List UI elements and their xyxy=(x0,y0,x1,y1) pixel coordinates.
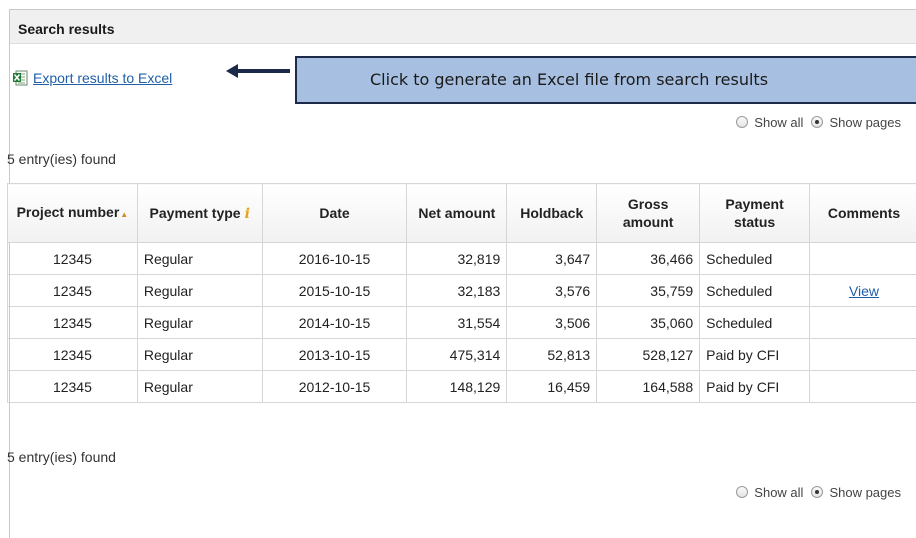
project-number-cell: 12345 xyxy=(7,242,138,275)
callout-annotation: Click to generate an Excel file from sea… xyxy=(295,56,916,104)
holdback-cell: 52,813 xyxy=(506,338,598,371)
show-pages-label[interactable]: Show pages xyxy=(829,485,901,500)
project-number-cell: 12345 xyxy=(7,370,138,403)
holdback-cell: 3,576 xyxy=(506,274,598,307)
show-pages-radio[interactable] xyxy=(811,116,824,128)
project-number-cell: 12345 xyxy=(7,274,138,307)
payment-type-header-label[interactable]: Payment type xyxy=(150,205,241,221)
show-all-label[interactable]: Show all xyxy=(754,115,803,130)
holdback-cell: 3,506 xyxy=(506,306,598,339)
project-number-cell: 12345 xyxy=(7,338,138,371)
date-cell: 2012-10-15 xyxy=(261,370,408,403)
payment-type-cell: Regular xyxy=(136,306,263,339)
column-header-comments[interactable]: Comments xyxy=(809,183,916,243)
result-count-bottom: 5 entry(ies) found xyxy=(7,449,116,465)
sort-ascending-icon[interactable]: ▲ xyxy=(120,210,128,219)
show-all-label[interactable]: Show all xyxy=(754,485,803,500)
comments-cell xyxy=(809,370,916,403)
project-number-cell: 12345 xyxy=(7,306,138,339)
holdback-cell: 16,459 xyxy=(506,370,598,403)
comments-cell xyxy=(809,242,916,275)
show-pages-label[interactable]: Show pages xyxy=(829,115,901,130)
result-count-top: 5 entry(ies) found xyxy=(7,151,116,167)
table-row: 12345 Regular 2015-10-15 32,183 3,576 35… xyxy=(7,274,916,307)
comments-cell: View xyxy=(809,274,916,307)
gross-amount-cell: 164,588 xyxy=(596,370,701,403)
holdback-cell: 3,647 xyxy=(506,242,598,275)
show-pages-radio[interactable] xyxy=(811,486,824,498)
column-header-gross-amount[interactable]: Gross amount xyxy=(596,183,701,243)
payment-status-cell: Scheduled xyxy=(699,242,811,275)
info-icon[interactable]: i xyxy=(245,206,250,222)
payment-status-cell: Scheduled xyxy=(699,274,811,307)
gross-amount-cell: 35,060 xyxy=(596,306,701,339)
export-to-excel-link[interactable]: Export results to Excel xyxy=(33,70,172,86)
gross-amount-cell: 35,759 xyxy=(596,274,701,307)
table-header-row: Project number▲ Payment type i Date Net a… xyxy=(7,183,916,243)
column-header-net-amount[interactable]: Net amount xyxy=(406,183,508,243)
column-header-project-number[interactable]: Project number▲ xyxy=(7,183,138,243)
date-cell: 2016-10-15 xyxy=(261,242,408,275)
net-amount-cell: 31,554 xyxy=(406,306,508,339)
project-number-header-label[interactable]: Project number xyxy=(17,204,120,220)
payment-status-cell: Paid by CFI xyxy=(699,338,811,371)
payment-type-cell: Regular xyxy=(136,274,263,307)
arrow-left-icon xyxy=(226,64,290,78)
net-amount-cell: 32,183 xyxy=(406,274,508,307)
column-header-date[interactable]: Date xyxy=(261,183,408,243)
panel-title: Search results xyxy=(10,10,916,44)
net-amount-cell: 32,819 xyxy=(406,242,508,275)
net-amount-cell: 148,129 xyxy=(406,370,508,403)
excel-icon[interactable] xyxy=(12,70,28,86)
date-cell: 2014-10-15 xyxy=(261,306,408,339)
payment-type-cell: Regular xyxy=(136,370,263,403)
date-cell: 2015-10-15 xyxy=(261,274,408,307)
payment-type-cell: Regular xyxy=(136,242,263,275)
date-cell: 2013-10-15 xyxy=(261,338,408,371)
view-comments-link[interactable]: View xyxy=(849,283,879,299)
export-row: Export results to Excel xyxy=(12,66,172,90)
view-options-bottom: Show all Show pages xyxy=(736,482,901,502)
column-header-payment-type[interactable]: Payment type i xyxy=(136,183,263,243)
payment-status-cell: Paid by CFI xyxy=(699,370,811,403)
gross-amount-cell: 36,466 xyxy=(596,242,701,275)
payment-type-cell: Regular xyxy=(136,338,263,371)
net-amount-cell: 475,314 xyxy=(406,338,508,371)
show-all-radio[interactable] xyxy=(736,116,749,128)
table-row: 12345 Regular 2014-10-15 31,554 3,506 35… xyxy=(7,306,916,339)
column-header-holdback[interactable]: Holdback xyxy=(506,183,598,243)
payment-status-cell: Scheduled xyxy=(699,306,811,339)
table-row: 12345 Regular 2012-10-15 148,129 16,459 … xyxy=(7,370,916,403)
table-row: 12345 Regular 2016-10-15 32,819 3,647 36… xyxy=(7,242,916,275)
results-table: Project number▲ Payment type i Date Net a… xyxy=(7,183,916,403)
table-row: 12345 Regular 2013-10-15 475,314 52,813 … xyxy=(7,338,916,371)
comments-cell xyxy=(809,338,916,371)
show-all-radio[interactable] xyxy=(736,486,749,498)
column-header-payment-status[interactable]: Payment status xyxy=(699,183,811,243)
view-options-top: Show all Show pages xyxy=(736,112,901,132)
gross-amount-cell: 528,127 xyxy=(596,338,701,371)
comments-cell xyxy=(809,306,916,339)
